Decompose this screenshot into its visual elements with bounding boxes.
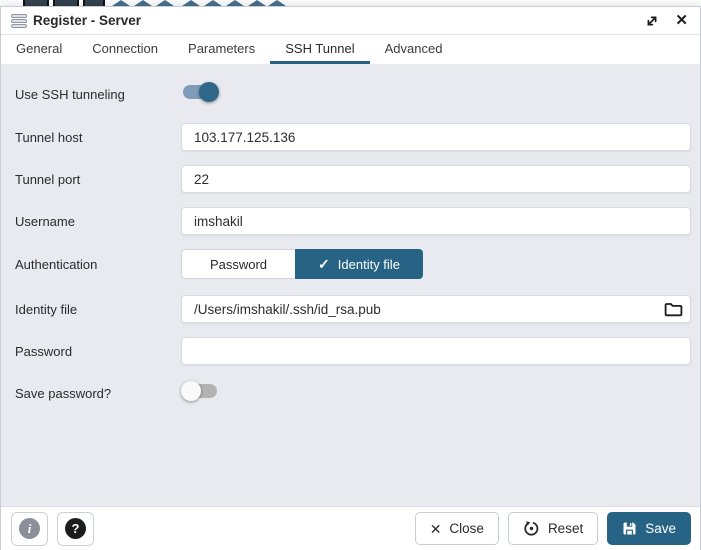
reset-button[interactable]: Reset	[508, 512, 598, 545]
use-ssh-tunneling-label: Use SSH tunneling	[15, 87, 181, 102]
password-row: Password	[15, 337, 691, 365]
dialog-footer: i ? ✕ Close Reset	[1, 506, 700, 550]
authentication-row: Authentication Password ✓ Identity file	[15, 249, 691, 279]
tab-advanced[interactable]: Advanced	[370, 35, 458, 64]
dialog-tabbar: General Connection Parameters SSH Tunnel…	[1, 35, 700, 64]
folder-icon	[664, 302, 683, 317]
save-password-row: Save password?	[15, 379, 691, 408]
save-password-label: Save password?	[15, 386, 181, 401]
auth-identity-file-label: Identity file	[338, 257, 400, 272]
browse-file-button[interactable]	[660, 298, 686, 320]
check-icon: ✓	[318, 256, 330, 273]
reset-button-label: Reset	[548, 521, 583, 536]
authentication-label: Authentication	[15, 257, 181, 272]
tunnel-host-row: Tunnel host	[15, 123, 691, 151]
username-input[interactable]	[181, 207, 691, 235]
username-row: Username	[15, 207, 691, 235]
tunnel-port-input[interactable]	[181, 165, 691, 193]
help-button[interactable]: ?	[57, 512, 94, 546]
password-label: Password	[15, 344, 181, 359]
identity-file-input[interactable]	[181, 295, 691, 323]
close-x-icon: ✕	[430, 522, 442, 536]
save-button[interactable]: Save	[607, 512, 691, 545]
close-button-label: Close	[449, 521, 484, 536]
password-input[interactable]	[181, 337, 691, 365]
dialog-titlebar: Register - Server ✕	[1, 7, 700, 35]
identity-file-label: Identity file	[15, 302, 181, 317]
authentication-segmented-control: Password ✓ Identity file	[181, 249, 691, 279]
tab-general[interactable]: General	[1, 35, 77, 64]
sql-info-button[interactable]: i	[11, 512, 48, 546]
close-button[interactable]: ✕ Close	[415, 512, 499, 545]
save-button-label: Save	[645, 521, 676, 536]
tunnel-host-input[interactable]	[181, 123, 691, 151]
tab-parameters[interactable]: Parameters	[173, 35, 270, 64]
ssh-tunnel-form: Use SSH tunneling Tunnel host Tunnel por…	[1, 64, 700, 506]
use-ssh-tunneling-row: Use SSH tunneling	[15, 80, 691, 109]
identity-file-row: Identity file	[15, 295, 691, 323]
save-password-toggle[interactable]	[181, 379, 219, 403]
use-ssh-tunneling-toggle[interactable]	[181, 80, 219, 104]
auth-identity-file-button[interactable]: ✓ Identity file	[295, 249, 423, 279]
maximize-icon[interactable]	[645, 14, 659, 28]
username-label: Username	[15, 214, 181, 229]
help-icon: ?	[65, 518, 86, 539]
tunnel-port-label: Tunnel port	[15, 172, 181, 187]
reset-icon	[523, 520, 540, 537]
info-icon: i	[19, 518, 40, 539]
save-icon	[622, 521, 637, 536]
dialog-title: Register - Server	[33, 13, 141, 28]
tab-ssh-tunnel[interactable]: SSH Tunnel	[270, 35, 369, 64]
register-server-dialog: Register - Server ✕ General Connection P…	[0, 6, 701, 550]
server-icon	[11, 14, 27, 28]
tab-connection[interactable]: Connection	[77, 35, 173, 64]
close-icon[interactable]: ✕	[675, 13, 688, 28]
tunnel-host-label: Tunnel host	[15, 130, 181, 145]
auth-password-button[interactable]: Password	[181, 249, 295, 279]
tunnel-port-row: Tunnel port	[15, 165, 691, 193]
